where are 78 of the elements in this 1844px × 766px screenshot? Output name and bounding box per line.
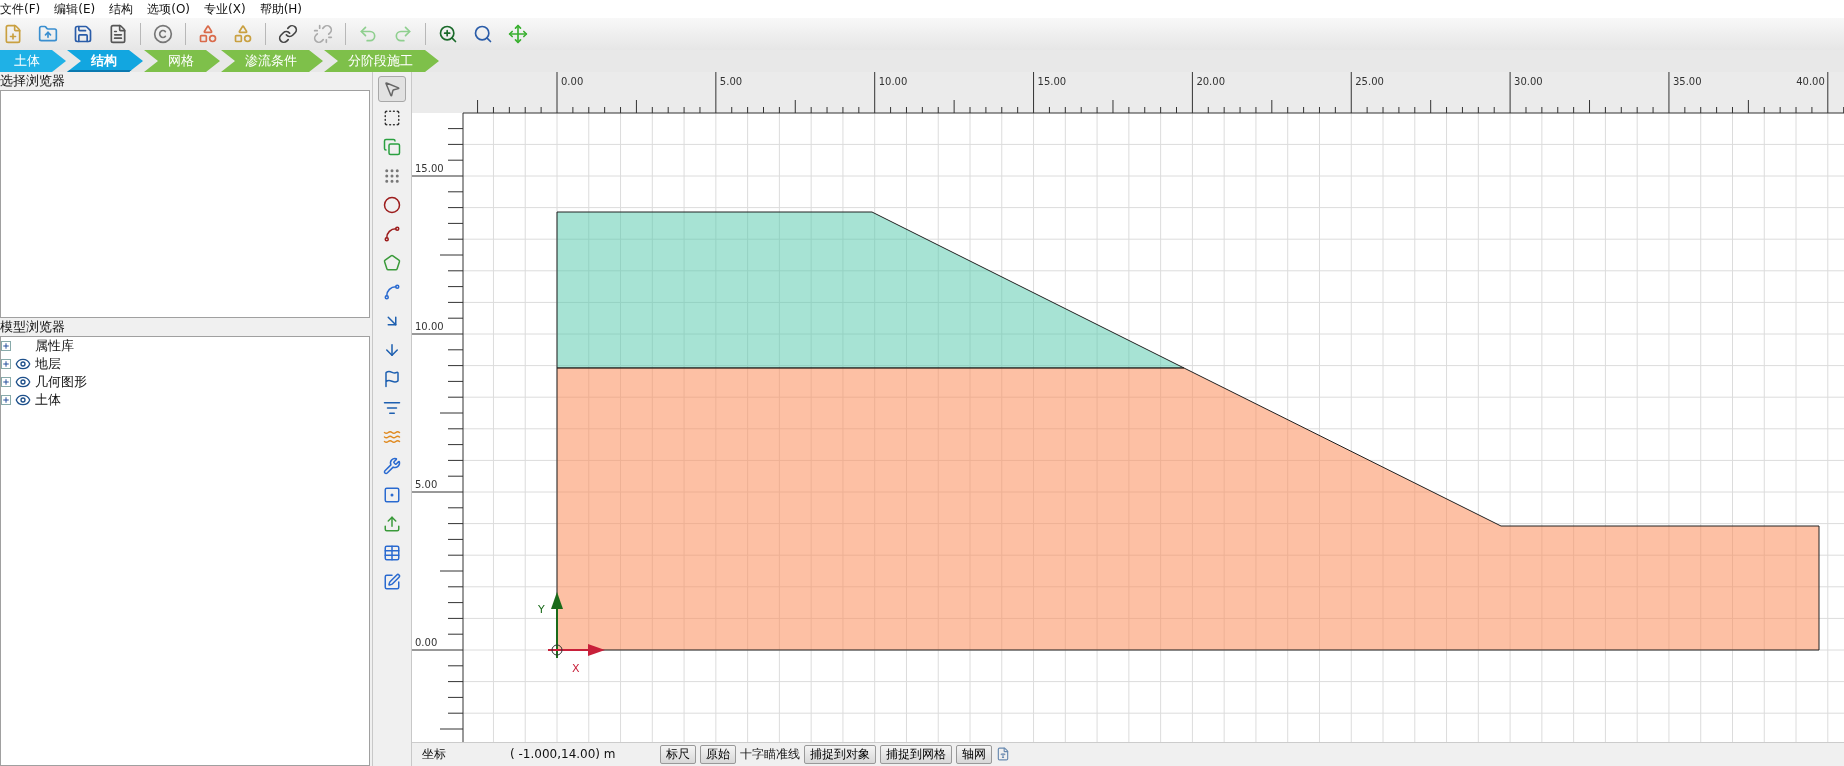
status-label: 十字瞄准线	[739, 745, 800, 763]
ruler-label: 0.00	[561, 76, 584, 87]
tree-item[interactable]: 土体	[35, 391, 61, 409]
toggle-button[interactable]: 捕捉到网格	[879, 744, 952, 764]
move-icon	[508, 24, 528, 44]
model-canvas[interactable]: 0.00 5.00 10.00 15.00 20.00 25.00 30.00 35.00 40.00 15.00 10.00 5.00 0.00 X Y	[412, 72, 1844, 742]
toggle-button[interactable]: 原始	[699, 744, 736, 764]
menu-item[interactable]: 帮助(H)	[259, 0, 302, 18]
ruler-label: 35.00	[1672, 76, 1702, 87]
shapes-icon	[233, 24, 253, 44]
ruler-label: 15.00	[415, 163, 444, 174]
axis-label: Y	[538, 603, 545, 616]
broken-link-icon	[313, 24, 333, 44]
copyright-icon	[153, 24, 173, 44]
expand-button[interactable]	[1, 395, 11, 405]
line-icon	[383, 225, 401, 243]
menu-item[interactable]: 文件(F)	[0, 0, 41, 18]
expand-button[interactable]	[1, 341, 11, 351]
document-icon	[108, 24, 128, 44]
coordinate-readout: ( -1.000,14.00) m	[510, 747, 616, 761]
menu-item[interactable]: 专业(X)	[204, 0, 246, 18]
undo-icon	[358, 24, 378, 44]
expand-button[interactable]	[1, 377, 11, 387]
tree-item[interactable]: 几何图形	[35, 373, 87, 391]
new-file-icon	[3, 24, 23, 44]
table-icon	[383, 544, 401, 562]
ruler-label: 5.00	[719, 76, 743, 87]
expand-button[interactable]	[1, 359, 11, 369]
x-axis-arrow	[547, 644, 605, 656]
waves-icon	[383, 428, 401, 446]
eye-icon[interactable]	[15, 374, 31, 390]
toggle-button[interactable]: 捕捉到对象	[803, 744, 876, 764]
ruler-label: 10.00	[878, 76, 908, 87]
wrench-icon	[383, 457, 401, 475]
menu-item[interactable]: 选项(O)	[147, 0, 191, 18]
dashed-rectangle-icon	[383, 109, 401, 127]
toggle-button[interactable]: 标尺	[659, 744, 696, 764]
zoom-in-icon	[438, 24, 458, 44]
tool-button[interactable]	[378, 76, 406, 102]
folder-icon	[38, 24, 58, 44]
filter-icon	[383, 399, 401, 417]
flag-icon	[383, 370, 401, 388]
eye-icon[interactable]	[15, 356, 31, 372]
ruler-label: 30.00	[1514, 76, 1543, 87]
redo-icon	[393, 24, 413, 44]
pointer-icon	[383, 80, 401, 98]
link-icon	[278, 24, 298, 44]
down-arrow-icon	[383, 341, 401, 359]
ruler-label: 20.00	[1196, 76, 1226, 87]
eye-icon[interactable]	[15, 392, 31, 408]
circle-icon	[383, 196, 401, 214]
edit-icon	[383, 573, 401, 591]
search-icon	[473, 24, 493, 44]
menu-item[interactable]: 结构	[109, 0, 134, 18]
ruler-label: 10.00	[415, 321, 444, 332]
ruler-label: 5.00	[415, 479, 438, 490]
y-axis-arrow	[551, 592, 563, 659]
curve-icon	[383, 283, 401, 301]
shapes-icon	[198, 24, 218, 44]
menu-item[interactable]: 编辑(E)	[54, 0, 96, 18]
ruler-label: 15.00	[1037, 76, 1067, 87]
polygon-icon	[383, 254, 401, 272]
status-label: 坐标	[422, 745, 446, 763]
toggle-button[interactable]: 轴网	[955, 744, 992, 764]
save-icon	[73, 24, 93, 44]
copy-icon	[383, 138, 401, 156]
axis-label: X	[572, 662, 580, 675]
ruler-label: 25.00	[1355, 76, 1384, 87]
upload-icon	[383, 515, 401, 533]
ruler-label: 40.00	[1796, 76, 1825, 87]
dot-grid-icon	[383, 167, 401, 185]
tree-item[interactable]: 属性库	[35, 337, 74, 355]
document-icon	[995, 747, 1010, 761]
ruler-label: 0.00	[415, 637, 438, 648]
soil-layer[interactable]	[556, 211, 1185, 369]
tree-item[interactable]: 地层	[35, 355, 61, 373]
square-icon	[383, 486, 401, 504]
origin-marker	[551, 644, 563, 656]
